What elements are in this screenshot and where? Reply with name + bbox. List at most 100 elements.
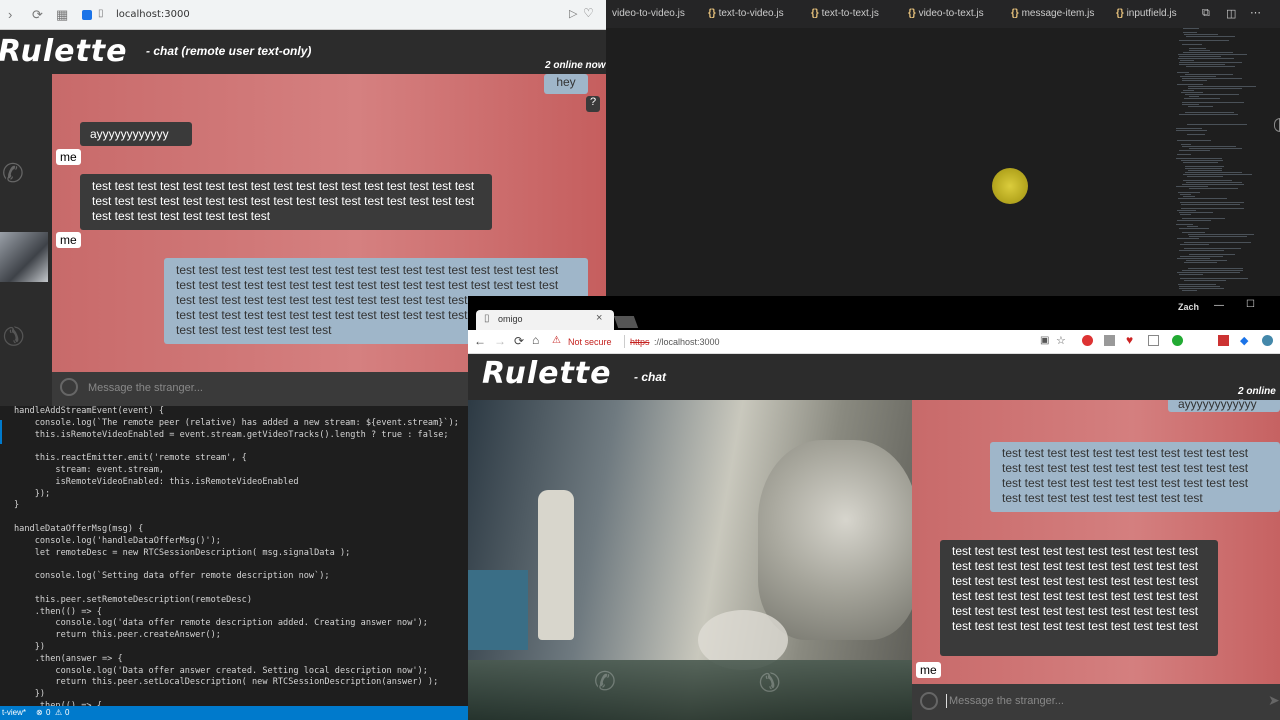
message-input[interactable]: Message the stranger... bbox=[88, 382, 203, 394]
minimap-line bbox=[1182, 78, 1242, 79]
not-secure-label[interactable]: Not secure bbox=[568, 337, 612, 347]
compare-icon[interactable]: ⧉ bbox=[1202, 7, 1210, 20]
reload-icon[interactable]: ⟳ bbox=[514, 334, 524, 348]
code-view[interactable]: handleAddStreamEvent(event) { console.lo… bbox=[0, 406, 468, 706]
share-icon[interactable]: ▷ bbox=[569, 7, 577, 20]
help-button[interactable]: ? bbox=[586, 96, 600, 112]
code-line[interactable]: isRemoteVideoEnabled: this.isRemoteVideo… bbox=[14, 477, 459, 489]
phone-icon[interactable]: ✆ bbox=[594, 666, 616, 697]
code-line[interactable]: console.log(`The remote peer (relative) … bbox=[14, 418, 459, 430]
code-line[interactable]: return this.peer.createAnswer(); bbox=[14, 630, 459, 642]
editor-tab-bar: video-to-video.js {} text-to-video.js {}… bbox=[606, 0, 1280, 28]
warning-icon[interactable]: ⚠ bbox=[55, 708, 62, 717]
minimap[interactable] bbox=[1172, 28, 1268, 296]
code-line[interactable]: }) bbox=[14, 689, 459, 701]
emoji-icon[interactable] bbox=[920, 692, 938, 710]
status-branch[interactable]: t-view* bbox=[2, 708, 26, 717]
side-scroll-icon[interactable] bbox=[1274, 118, 1280, 132]
tab-text-to-video[interactable]: {} text-to-video.js bbox=[708, 8, 784, 19]
minimap-line bbox=[1182, 80, 1207, 81]
forward-icon[interactable]: → bbox=[494, 334, 506, 348]
apps-icon[interactable]: ▦ bbox=[56, 7, 68, 23]
extension-icon[interactable] bbox=[1172, 335, 1183, 346]
tab-video-to-text[interactable]: {} video-to-text.js bbox=[908, 8, 984, 19]
desk-shape bbox=[468, 660, 912, 720]
extension-icon[interactable]: ◆ bbox=[1240, 334, 1248, 347]
call-sidebar: ✆ ✆ bbox=[0, 74, 52, 406]
code-line[interactable]: console.log('Data offer answer created. … bbox=[14, 666, 459, 678]
forward-icon[interactable]: › bbox=[8, 7, 12, 22]
home-icon[interactable]: ⌂ bbox=[532, 333, 539, 347]
profile-name[interactable]: Zach bbox=[1178, 302, 1199, 312]
message-bubble: test test test test test test test test … bbox=[940, 540, 1218, 656]
code-line[interactable] bbox=[14, 441, 459, 453]
code-line[interactable]: console.log(`Setting data offer remote d… bbox=[14, 571, 459, 583]
minimap-line bbox=[1180, 76, 1216, 77]
code-line[interactable]: this.isRemoteVideoEnabled = event.stream… bbox=[14, 430, 459, 442]
extension-icon[interactable] bbox=[1218, 335, 1229, 346]
minimap-line bbox=[1179, 274, 1203, 275]
tab-video-to-video[interactable]: video-to-video.js bbox=[612, 8, 685, 19]
warning-count[interactable]: 0 bbox=[65, 708, 69, 717]
code-line[interactable]: .then(answer => { bbox=[14, 654, 459, 666]
reload-icon[interactable]: ⟳ bbox=[32, 7, 43, 23]
back-icon[interactable]: ← bbox=[474, 334, 486, 348]
address-field[interactable]: ⚠ Not secure https ://localhost:3000 ▣ ☆ bbox=[550, 332, 1072, 352]
extension-icon[interactable] bbox=[1262, 335, 1273, 346]
code-line[interactable]: this.reactEmitter.emit('remote stream', … bbox=[14, 453, 459, 465]
emoji-icon[interactable] bbox=[60, 378, 78, 396]
favorite-icon[interactable]: ♡ bbox=[583, 6, 594, 20]
tab-inputfield[interactable]: {} inputfield.js bbox=[1116, 8, 1177, 19]
code-line[interactable]: let remoteDesc = new RTCSessionDescripti… bbox=[14, 548, 459, 560]
url-scheme: https bbox=[630, 337, 650, 347]
code-line[interactable]: stream: event.stream, bbox=[14, 465, 459, 477]
source-code[interactable]: handleAddStreamEvent(event) { console.lo… bbox=[14, 406, 459, 706]
minimap-line bbox=[1179, 288, 1224, 289]
extension-icon[interactable] bbox=[1148, 335, 1159, 346]
code-line[interactable]: console.log('handleDataOfferMsg()'); bbox=[14, 536, 459, 548]
bookmark-star-icon[interactable]: ☆ bbox=[1056, 334, 1066, 347]
code-line[interactable] bbox=[14, 583, 459, 595]
phone-icon[interactable]: ✆ bbox=[2, 158, 24, 189]
new-tab-button[interactable] bbox=[613, 316, 639, 328]
code-line[interactable]: console.log('data offer remote descripti… bbox=[14, 618, 459, 630]
error-count[interactable]: 0 bbox=[46, 708, 50, 717]
hangup-icon[interactable]: ✆ bbox=[0, 317, 32, 355]
send-icon[interactable]: ➤ bbox=[1268, 692, 1280, 709]
minimap-line bbox=[1180, 244, 1209, 245]
code-line[interactable]: } bbox=[14, 500, 459, 512]
minimap-line bbox=[1189, 236, 1247, 237]
minimap-line bbox=[1185, 94, 1239, 95]
close-tab-icon[interactable]: × bbox=[596, 312, 602, 324]
code-line[interactable]: handleAddStreamEvent(event) { bbox=[14, 406, 459, 418]
code-line[interactable] bbox=[14, 559, 459, 571]
code-line[interactable]: .then(() => { bbox=[14, 607, 459, 619]
code-line[interactable]: this.peer.setRemoteDescription(remoteDes… bbox=[14, 595, 459, 607]
code-line[interactable]: }) bbox=[14, 642, 459, 654]
code-line[interactable] bbox=[14, 512, 459, 524]
split-editor-icon[interactable]: ◫ bbox=[1226, 7, 1236, 20]
url-text[interactable]: localhost:3000 bbox=[116, 9, 190, 20]
me-label: me bbox=[916, 662, 941, 678]
extension-icon[interactable]: ♥ bbox=[1126, 333, 1133, 347]
translate-icon[interactable]: ▣ bbox=[1040, 335, 1049, 346]
tab-message-item[interactable]: {} message-item.js bbox=[1011, 8, 1094, 19]
code-line[interactable]: return this.peer.setLocalDescription( ne… bbox=[14, 677, 459, 689]
extension-icon[interactable] bbox=[1104, 335, 1115, 346]
tab-text-to-text[interactable]: {} text-to-text.js bbox=[811, 8, 879, 19]
error-icon[interactable]: ⊗ bbox=[36, 708, 43, 717]
minimap-line bbox=[1178, 284, 1216, 285]
minimap-line bbox=[1185, 112, 1234, 113]
minimize-button[interactable]: — bbox=[1214, 300, 1224, 311]
js-file-icon: {} bbox=[1011, 8, 1019, 19]
code-line[interactable]: handleDataOfferMsg(msg) { bbox=[14, 524, 459, 536]
maximize-button[interactable]: ☐ bbox=[1246, 299, 1255, 310]
code-line[interactable]: }); bbox=[14, 489, 459, 501]
extension-icon[interactable] bbox=[1082, 335, 1093, 346]
minimap-line bbox=[1182, 104, 1199, 105]
browser-tab[interactable]: ▯ omigo × bbox=[476, 310, 614, 330]
message-input[interactable]: Message the stranger... bbox=[949, 695, 1064, 707]
more-icon[interactable]: ⋯ bbox=[1250, 6, 1261, 19]
minimap-line bbox=[1177, 272, 1240, 273]
minimap-line bbox=[1182, 218, 1225, 219]
